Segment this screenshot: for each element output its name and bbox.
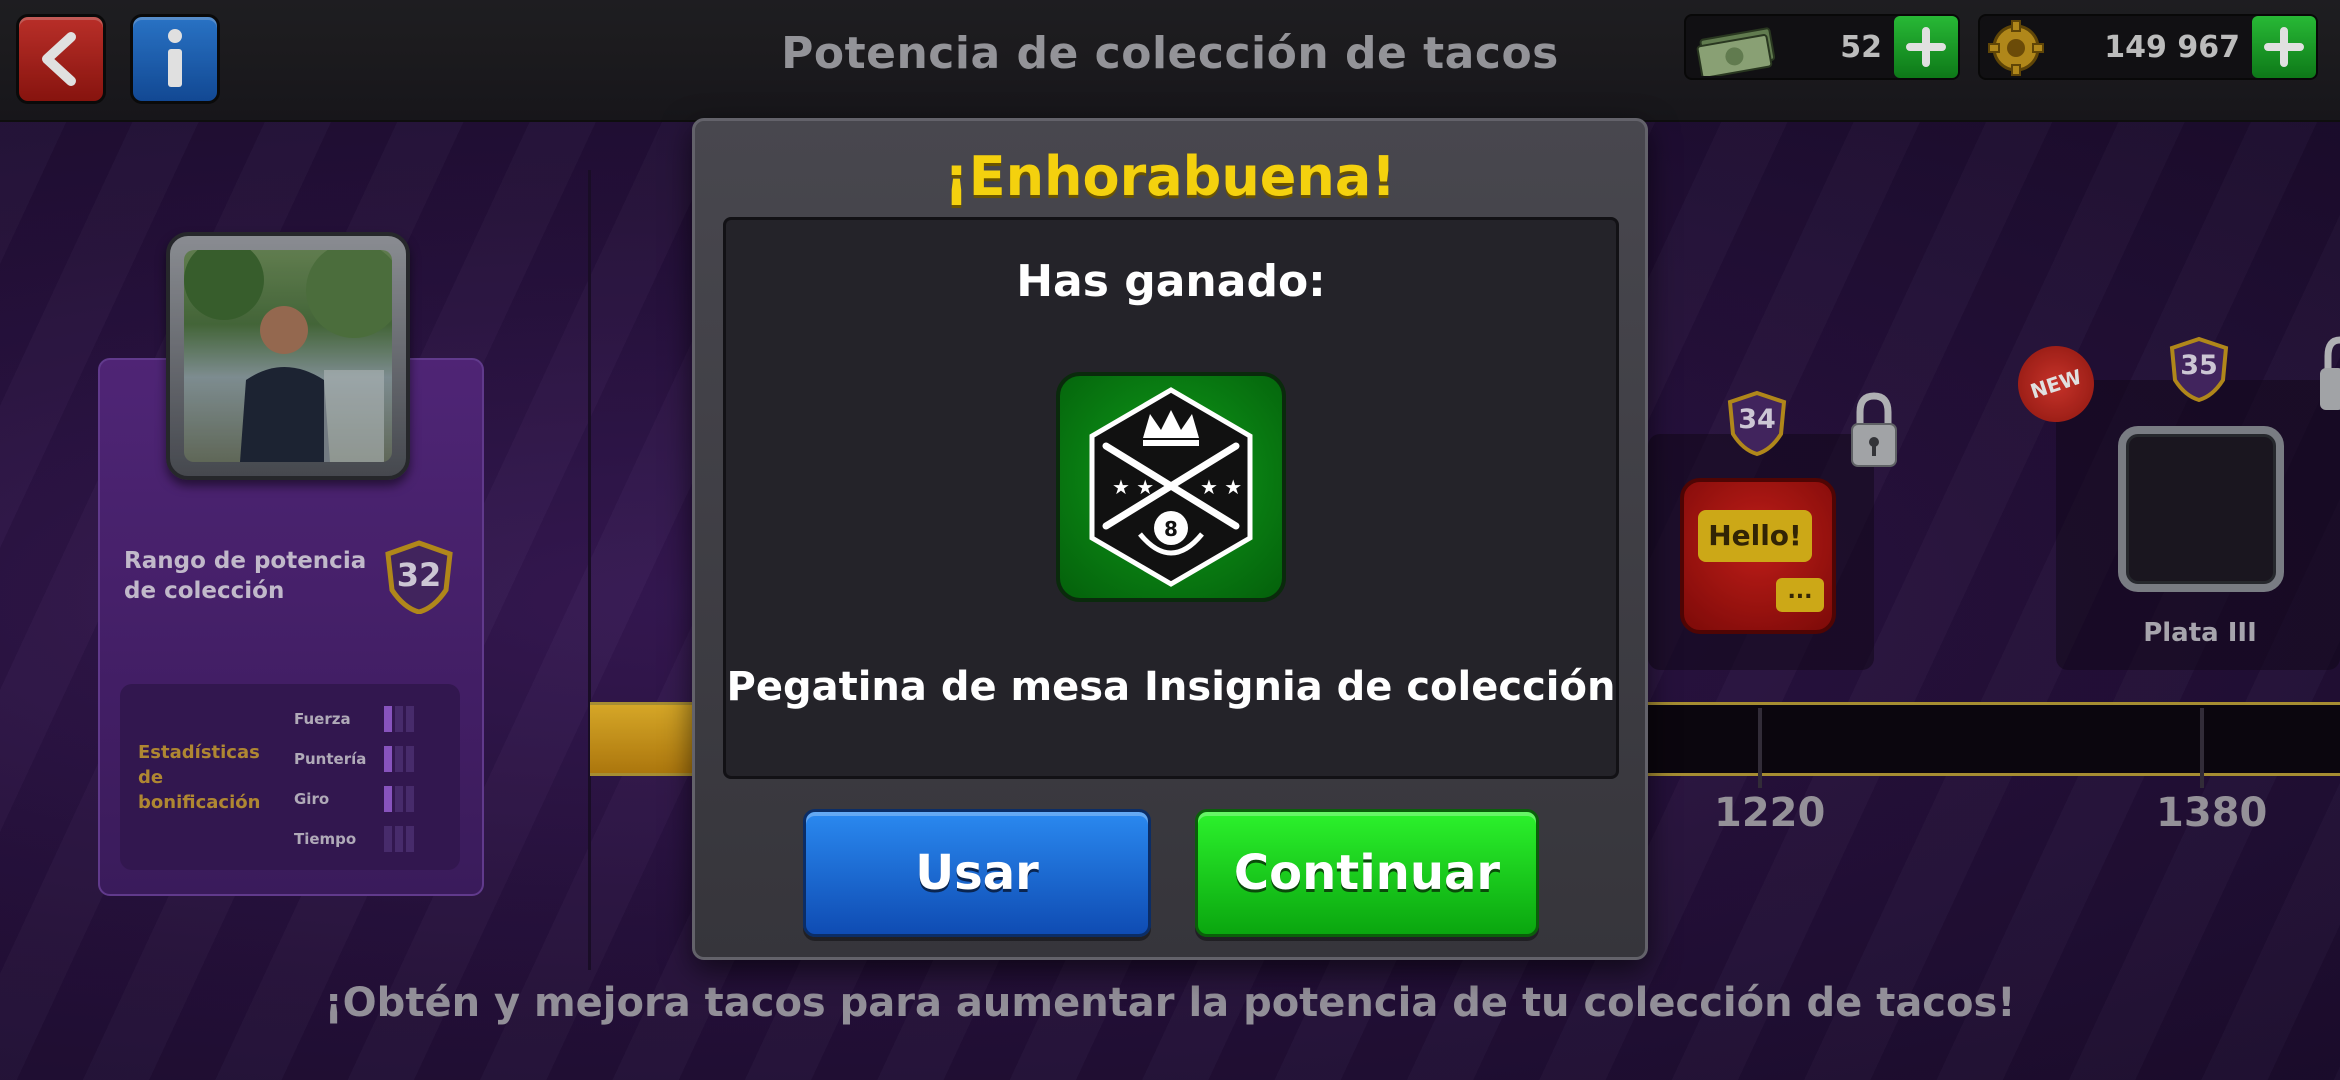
svg-text:★ ★: ★ ★ <box>1112 475 1154 499</box>
crossed-cues-icon: ★ ★ ★ ★ 8 <box>1089 387 1253 587</box>
use-button[interactable]: Usar <box>803 809 1151 937</box>
continue-button[interactable]: Continuar <box>1195 809 1539 937</box>
svg-text:8: 8 <box>1164 517 1178 541</box>
reward-name: Pegatina de mesa Insignia de colección <box>726 664 1616 710</box>
svg-text:★ ★: ★ ★ <box>1200 475 1242 499</box>
dialog-title: ¡Enhorabuena! <box>944 145 1396 208</box>
reward-dialog: ¡Enhorabuena! Has ganado: ★ ★ ★ ★ 8 Pega… <box>692 118 1648 960</box>
won-label: Has ganado: <box>1016 256 1326 307</box>
collection-badge-sticker: ★ ★ ★ ★ 8 <box>1056 372 1286 602</box>
reward-panel: Has ganado: ★ ★ ★ ★ 8 Pegatina de mesa I… <box>723 217 1619 779</box>
